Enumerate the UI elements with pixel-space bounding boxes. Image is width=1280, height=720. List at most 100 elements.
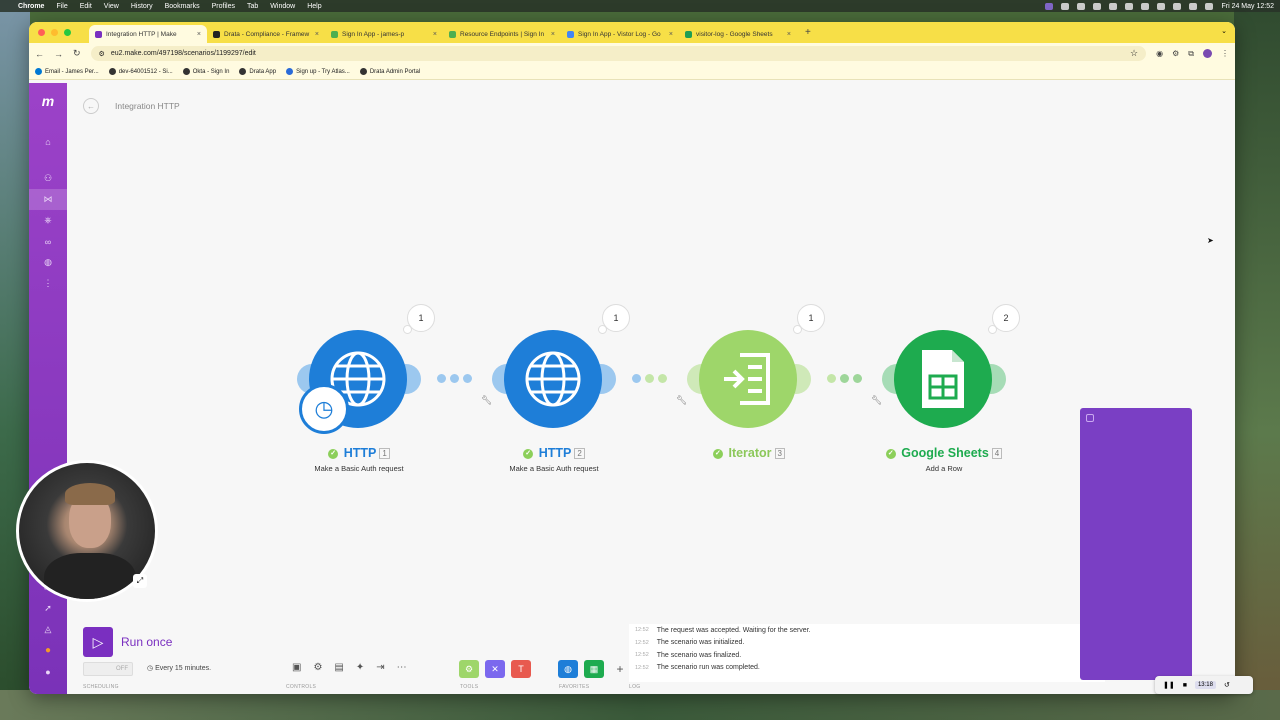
maximize-window-button[interactable] xyxy=(64,29,71,36)
text-parser-icon[interactable]: T xyxy=(511,660,531,678)
close-tab-icon[interactable]: × xyxy=(669,31,673,38)
status-app-icon[interactable] xyxy=(1093,2,1102,10)
bookmark-item[interactable]: Okta - Sign In xyxy=(182,68,229,75)
flow-control-icon[interactable]: ✕ xyxy=(485,660,505,678)
webhooks-icon[interactable]: ◍ xyxy=(29,252,67,273)
close-tab-icon[interactable]: × xyxy=(551,31,555,38)
forward-arrow-icon[interactable]: → xyxy=(54,49,63,59)
browser-tab[interactable]: Sign In App - james-p × xyxy=(325,25,443,43)
explain-flow-icon[interactable]: ⇥ xyxy=(376,662,384,673)
wifi-icon[interactable] xyxy=(1173,2,1182,10)
menu-tab[interactable]: Tab xyxy=(247,3,258,10)
menu-file[interactable]: File xyxy=(56,3,67,10)
http-favorite-icon[interactable]: ◍ xyxy=(558,660,578,678)
browser-tab[interactable]: Sign In App - Vistor Log - Go × xyxy=(561,25,679,43)
menu-edit[interactable]: Edit xyxy=(80,3,92,10)
more-icon[interactable]: ⋯ xyxy=(397,662,407,673)
route-connector[interactable] xyxy=(437,374,472,383)
status-app-icon[interactable] xyxy=(1157,2,1166,10)
bookmark-item[interactable]: dev-64001512 - Si... xyxy=(108,68,173,75)
reload-icon[interactable]: ↻ xyxy=(73,48,81,59)
status-app-icon[interactable] xyxy=(1141,2,1150,10)
menu-view[interactable]: View xyxy=(104,3,119,10)
menu-bookmarks[interactable]: Bookmarks xyxy=(165,3,200,10)
team-icon[interactable]: ⚇ xyxy=(29,168,67,189)
wrench-icon[interactable]: 🔧︎ xyxy=(871,395,882,406)
menu-history[interactable]: History xyxy=(131,3,153,10)
menu-app-name[interactable]: Chrome xyxy=(18,3,44,10)
bookmark-item[interactable]: Email - James Per... xyxy=(35,68,99,75)
notes-icon[interactable]: ▤ xyxy=(334,662,343,673)
bookmark-item[interactable]: Drata Admin Portal xyxy=(359,68,420,75)
scheduling-toggle[interactable]: OFF xyxy=(83,662,133,676)
scenario-canvas[interactable]: ← Integration HTTP ◷ 1 ✓ HTTP 1 Make a Ba… xyxy=(67,83,1235,694)
status-app-icon[interactable] xyxy=(1109,2,1118,10)
templates-icon[interactable]: ⎈ xyxy=(29,210,67,231)
tools-gear-icon[interactable]: ⚙ xyxy=(459,660,479,678)
sheets-favorite-icon[interactable]: ▦ xyxy=(584,660,604,678)
schedule-setting[interactable]: ◷ Every 15 minutes. xyxy=(147,664,211,672)
module-circle[interactable] xyxy=(504,330,602,428)
browser-tab[interactable]: Integration HTTP | Make × xyxy=(89,25,207,43)
close-tab-icon[interactable]: × xyxy=(433,31,437,38)
save-icon[interactable]: ▣ xyxy=(292,662,301,673)
browser-tab[interactable]: visitor-log - Google Sheets × xyxy=(679,25,797,43)
run-once-control[interactable]: ▷ Run once xyxy=(83,627,172,657)
close-tab-icon[interactable]: × xyxy=(315,31,319,38)
restart-icon[interactable]: ↺ xyxy=(1224,681,1230,689)
browser-tab[interactable]: Drata - Compliance - Framew × xyxy=(207,25,325,43)
menubar-clock[interactable]: Fri 24 May 12:52 xyxy=(1221,3,1274,10)
module-http-1[interactable]: ◷ 1 ✓ HTTP 1 Make a Basic Auth request xyxy=(297,304,435,480)
profile-avatar[interactable] xyxy=(1203,49,1212,58)
run-once-label[interactable]: Run once xyxy=(121,635,172,649)
bookmark-item[interactable]: Drata App xyxy=(239,68,276,75)
close-tab-icon[interactable]: × xyxy=(197,31,201,38)
tab-search-chevron-icon[interactable]: ⌄ xyxy=(1221,27,1227,35)
operations-bubble[interactable]: 1 xyxy=(403,304,435,334)
wrench-icon[interactable]: 🔧︎ xyxy=(481,395,492,406)
auto-align-icon[interactable]: ✦ xyxy=(356,662,364,673)
operations-bubble[interactable]: 1 xyxy=(598,304,630,334)
module-google-sheets[interactable]: 2 ✓ Google Sheets 4 Add a Row xyxy=(882,304,1020,480)
menu-profiles[interactable]: Profiles xyxy=(212,3,235,10)
stop-icon[interactable]: ■ xyxy=(1183,682,1187,689)
control-center-icon[interactable] xyxy=(1205,2,1214,10)
status-app-icon[interactable] xyxy=(1077,2,1086,10)
scenarios-icon[interactable]: ⋈ xyxy=(29,189,67,210)
execution-log[interactable]: 12:52 The request was accepted. Waiting f… xyxy=(629,624,1105,682)
browser-tab[interactable]: Resource Endpoints | Sign In × xyxy=(443,25,561,43)
extension-icon[interactable]: ◉ xyxy=(1156,49,1163,58)
new-tab-button[interactable]: + xyxy=(797,27,819,38)
chrome-menu-icon[interactable]: ⋮ xyxy=(1221,49,1229,58)
bookmark-item[interactable]: Sign up - Try Atlas... xyxy=(286,68,350,75)
menu-help[interactable]: Help xyxy=(307,3,321,10)
operations-bubble[interactable]: 2 xyxy=(988,304,1020,334)
more-icon[interactable]: ⋮ xyxy=(29,273,67,294)
back-arrow-icon[interactable]: ← xyxy=(35,49,44,59)
play-icon[interactable]: ▷ xyxy=(83,627,113,657)
status-app-icon[interactable] xyxy=(1045,2,1054,10)
user-avatar[interactable]: ● xyxy=(29,661,67,682)
pause-icon[interactable]: ❚❚ xyxy=(1163,681,1175,689)
home-icon[interactable]: ⌂ xyxy=(29,131,67,152)
make-logo[interactable]: m xyxy=(42,93,54,109)
module-circle[interactable] xyxy=(699,330,797,428)
close-window-button[interactable] xyxy=(38,29,45,36)
route-connector[interactable] xyxy=(827,374,862,383)
operations-bubble[interactable]: 1 xyxy=(793,304,825,334)
help-icon[interactable]: ● xyxy=(29,640,67,661)
module-circle[interactable] xyxy=(894,330,992,428)
back-arrow-icon[interactable]: ← xyxy=(83,98,99,114)
close-tab-icon[interactable]: × xyxy=(787,31,791,38)
connections-icon[interactable]: ∞ xyxy=(29,231,67,252)
schedule-clock-icon[interactable]: ◷ xyxy=(299,384,349,434)
route-connector[interactable] xyxy=(632,374,667,383)
expand-webcam-icon[interactable]: ⤢ xyxy=(133,574,147,588)
notifications-bell-icon[interactable]: ◬ xyxy=(29,619,67,640)
address-bar[interactable]: ⚙ eu2.make.com/497198/scenarios/1199297/… xyxy=(90,46,1147,61)
status-app-icon[interactable] xyxy=(1125,2,1134,10)
site-info-icon[interactable]: ⚙ xyxy=(99,50,105,58)
extension-gear-icon[interactable]: ⚙ xyxy=(1172,49,1179,58)
module-iterator[interactable]: 1 ✓ Iterator 3 xyxy=(687,304,825,480)
bookmark-star-icon[interactable]: ☆ xyxy=(1130,48,1138,59)
